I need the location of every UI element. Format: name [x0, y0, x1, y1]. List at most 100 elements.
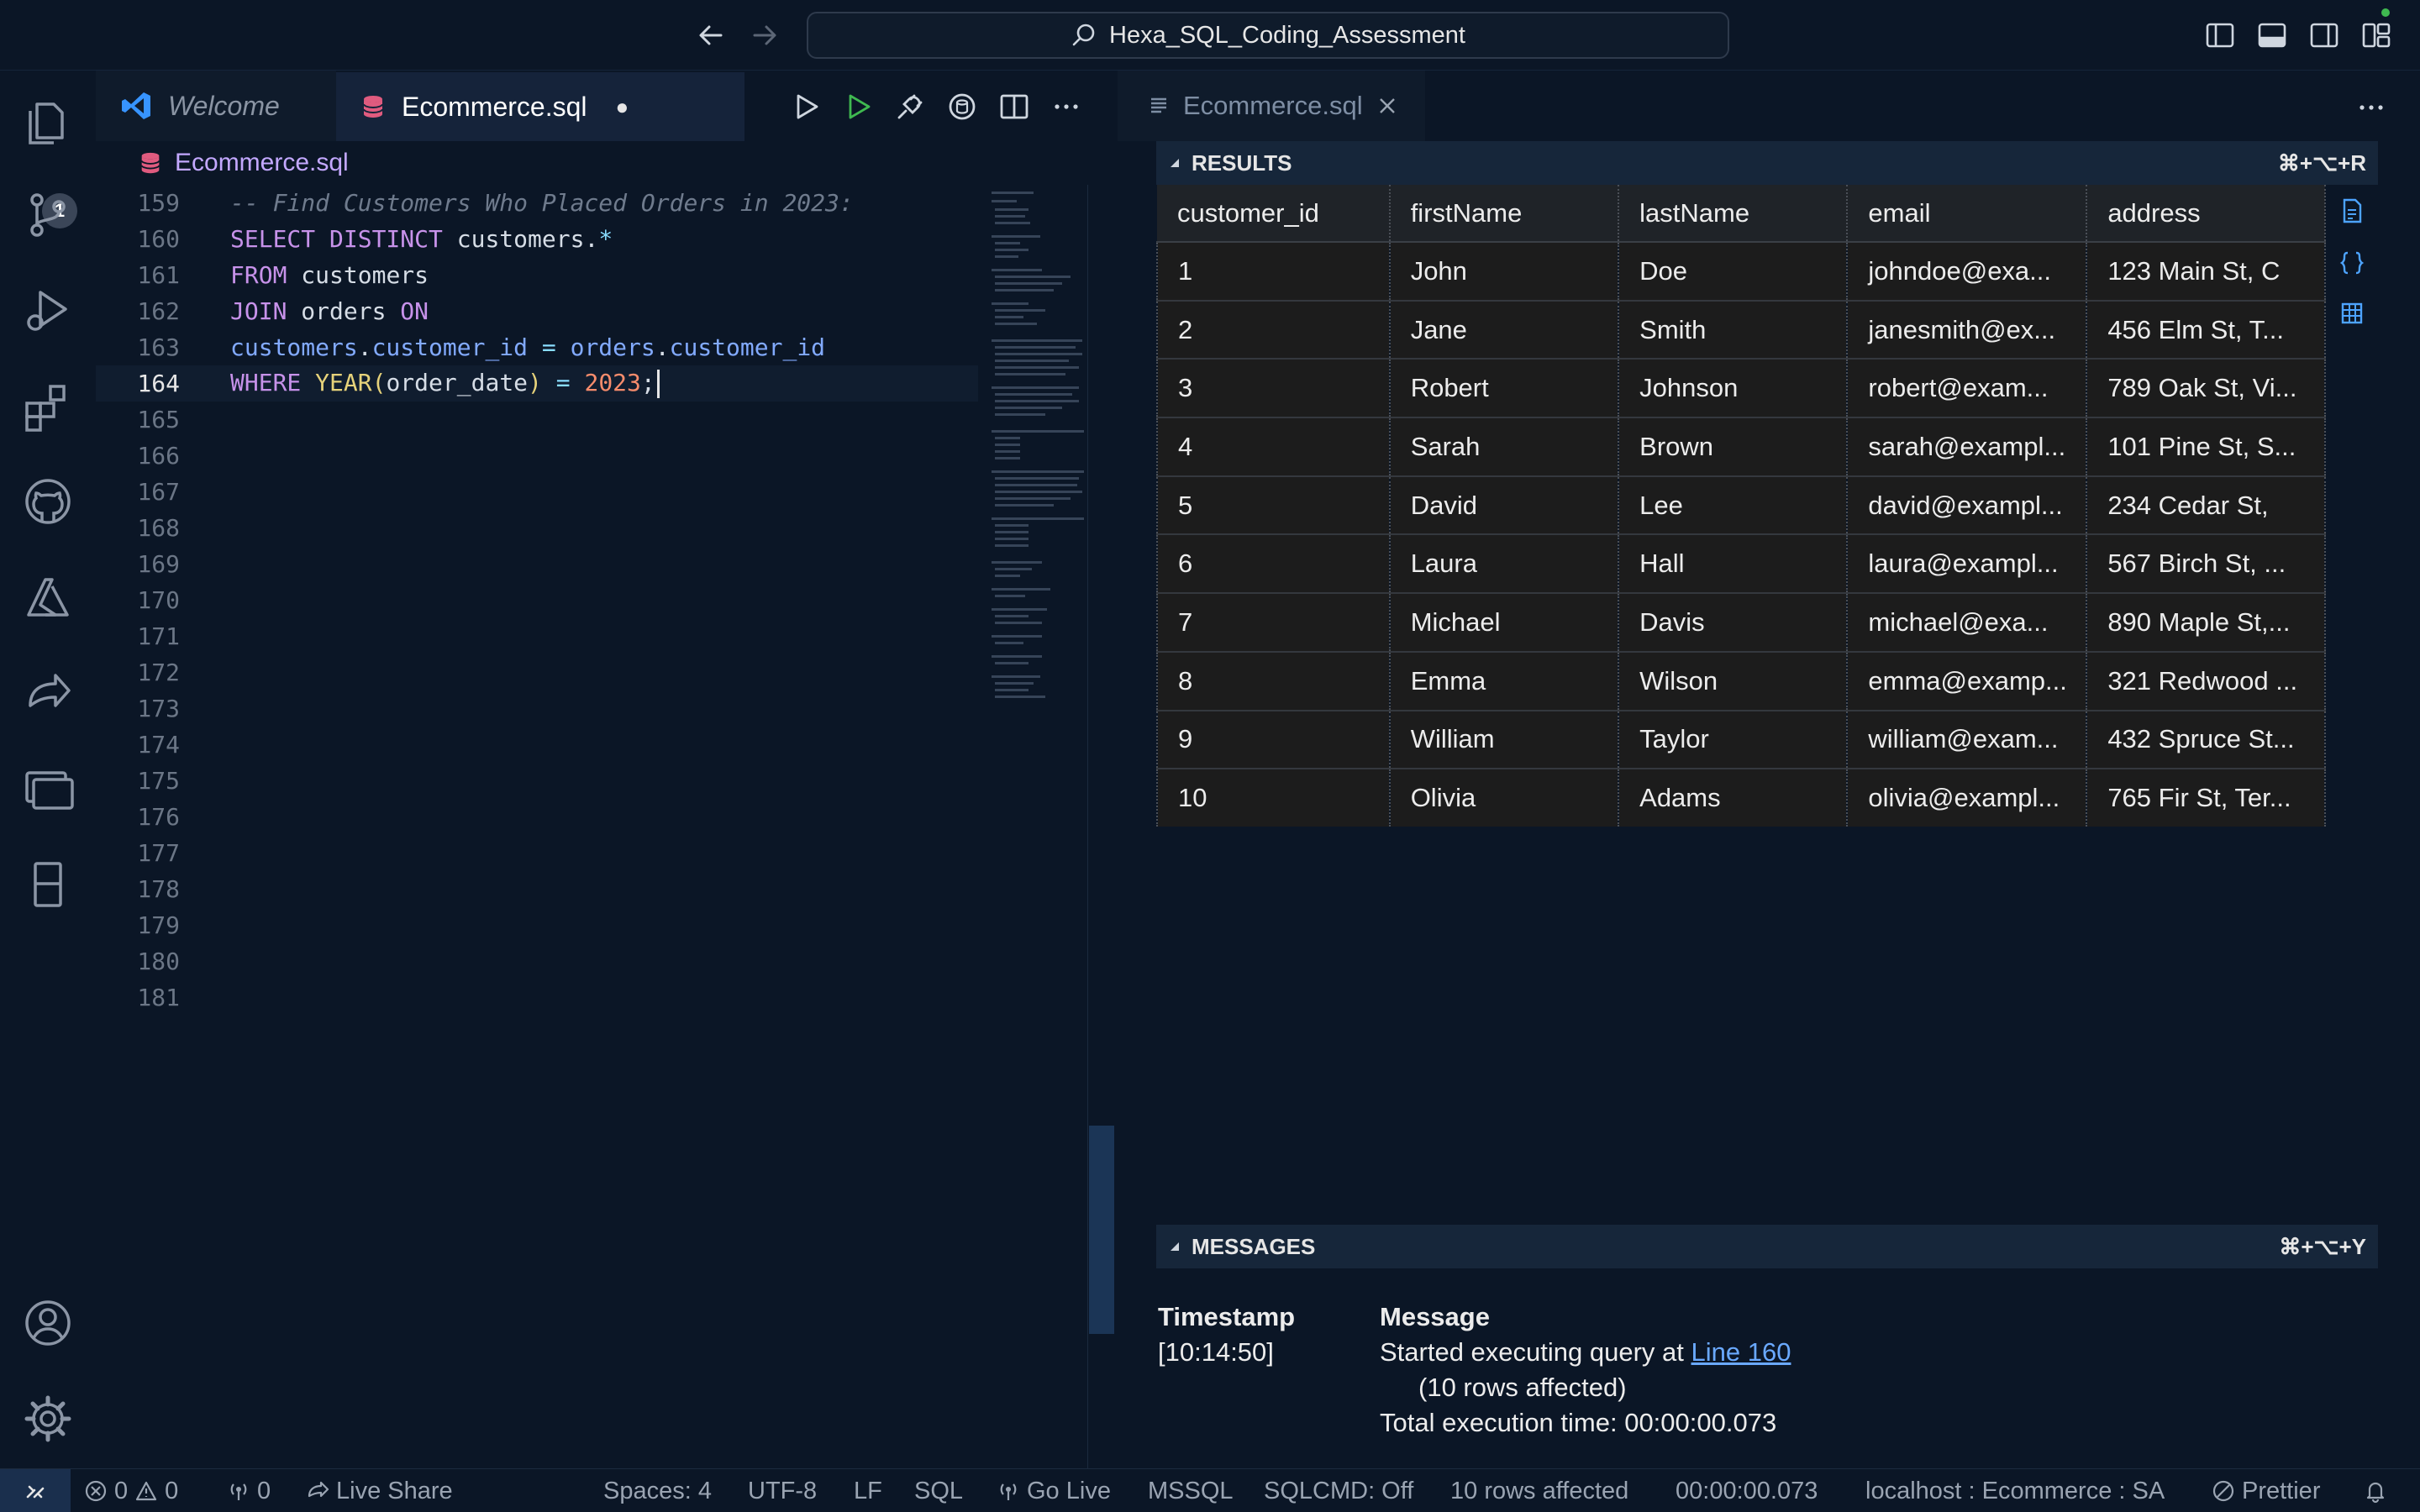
- table-cell[interactable]: Sarah: [1389, 417, 1620, 477]
- table-cell[interactable]: 101 Pine St, S...: [2086, 417, 2326, 477]
- table-cell[interactable]: William: [1389, 710, 1620, 770]
- save-as-json-icon[interactable]: [2338, 249, 2366, 277]
- indentation-status[interactable]: Spaces: 4: [603, 1469, 712, 1512]
- table-cell[interactable]: janesmith@ex...: [1847, 300, 2088, 360]
- table-cell[interactable]: william@exam...: [1847, 710, 2088, 770]
- table-cell[interactable]: Johnson: [1618, 359, 1849, 419]
- remote-explorer-icon[interactable]: [18, 759, 77, 818]
- toggle-primary-sidebar-icon[interactable]: [2203, 18, 2237, 52]
- column-header[interactable]: email: [1847, 185, 2088, 243]
- table-cell[interactable]: sarah@exampl...: [1847, 417, 2088, 477]
- table-cell[interactable]: 4: [1156, 417, 1391, 477]
- table-cell[interactable]: Robert: [1389, 359, 1620, 419]
- editor-scrollbar-thumb[interactable]: [1089, 1126, 1114, 1334]
- table-cell[interactable]: 6: [1156, 534, 1391, 595]
- forward-arrow-icon[interactable]: [748, 18, 781, 52]
- language-mode-status[interactable]: SQL: [914, 1469, 963, 1512]
- encoding-status[interactable]: UTF-8: [748, 1469, 817, 1512]
- live-share-icon[interactable]: [18, 664, 77, 722]
- remote-indicator-icon[interactable]: [0, 1469, 71, 1512]
- table-cell[interactable]: olivia@exampl...: [1847, 769, 2088, 827]
- collapse-triangle-icon[interactable]: [1168, 156, 1181, 170]
- table-cell[interactable]: 456 Elm St, T...: [2086, 300, 2326, 360]
- table-cell[interactable]: 10: [1156, 769, 1391, 827]
- table-cell[interactable]: david@exampl...: [1847, 475, 2088, 536]
- table-row[interactable]: 8 Emma Wilson emma@examp... 321 Redwood ...: [1156, 651, 2326, 711]
- table-row[interactable]: 10 Olivia Adams olivia@exampl... 765 Fir St,…: [1156, 769, 2326, 827]
- table-cell[interactable]: robert@exam...: [1847, 359, 2088, 419]
- table-cell[interactable]: Emma: [1389, 651, 1620, 711]
- table-cell[interactable]: michael@exa...: [1847, 593, 2088, 653]
- table-cell[interactable]: David: [1389, 475, 1620, 536]
- minimap[interactable]: [988, 185, 1087, 739]
- table-cell[interactable]: emma@examp...: [1847, 651, 2088, 711]
- table-row[interactable]: 4 Sarah Brown sarah@exampl... 101 Pine St, S…: [1156, 417, 2326, 477]
- mssql-status[interactable]: MSSQL: [1148, 1469, 1234, 1512]
- table-cell[interactable]: 9: [1156, 710, 1391, 770]
- table-row[interactable]: 3 Robert Johnson robert@exam... 789 Oak St, …: [1156, 359, 2326, 419]
- more-actions-icon[interactable]: [1049, 89, 1084, 124]
- run-and-debug-icon[interactable]: [18, 281, 77, 339]
- table-cell[interactable]: 1: [1156, 242, 1391, 302]
- prettier-status[interactable]: Prettier: [2212, 1469, 2320, 1512]
- collapse-triangle-icon[interactable]: [1168, 1240, 1181, 1253]
- save-as-csv-icon[interactable]: [2338, 197, 2366, 225]
- table-cell[interactable]: 234 Cedar St,: [2086, 475, 2326, 536]
- line-link[interactable]: Line 160: [1691, 1337, 1791, 1367]
- table-cell[interactable]: Lee: [1618, 475, 1849, 536]
- eol-status[interactable]: LF: [854, 1469, 882, 1512]
- go-live-status[interactable]: Go Live: [997, 1469, 1111, 1512]
- table-cell[interactable]: Jane: [1389, 300, 1620, 360]
- table-cell[interactable]: Smith: [1618, 300, 1849, 360]
- table-row[interactable]: 9 William Taylor william@exam... 432 Spruce …: [1156, 710, 2326, 770]
- database-explorer-icon[interactable]: [18, 855, 77, 914]
- sqlcmd-status[interactable]: SQLCMD: Off: [1264, 1469, 1413, 1512]
- results-section-header[interactable]: RESULTS ⌘+⌥+R: [1156, 141, 2378, 185]
- table-cell[interactable]: Adams: [1618, 769, 1849, 827]
- messages-section-header[interactable]: MESSAGES ⌘+⌥+Y: [1156, 1225, 2378, 1268]
- accounts-icon[interactable]: [18, 1294, 77, 1352]
- table-cell[interactable]: 321 Redwood ...: [2086, 651, 2326, 711]
- table-cell[interactable]: John: [1389, 242, 1620, 302]
- tab-results-ecommerce-sql[interactable]: Ecommerce.sql: [1118, 71, 1425, 141]
- change-database-icon[interactable]: [944, 89, 980, 124]
- notifications-bell-icon[interactable]: [2363, 1469, 2388, 1512]
- column-header[interactable]: firstName: [1389, 185, 1620, 243]
- customize-layout-icon[interactable]: [2360, 18, 2393, 52]
- table-row[interactable]: 5 David Lee david@exampl... 234 Cedar St,: [1156, 475, 2326, 536]
- table-cell[interactable]: 5: [1156, 475, 1391, 536]
- explorer-icon[interactable]: [18, 89, 77, 148]
- unsaved-dot-icon[interactable]: ●: [616, 94, 629, 120]
- table-cell[interactable]: 7: [1156, 593, 1391, 653]
- live-share-status[interactable]: Live Share: [306, 1469, 453, 1512]
- table-row[interactable]: 2 Jane Smith janesmith@ex... 456 Elm St, T..…: [1156, 300, 2326, 360]
- table-row[interactable]: 7 Michael Davis michael@exa... 890 Maple St,…: [1156, 593, 2326, 653]
- run-query-icon[interactable]: [788, 89, 823, 124]
- source-control-icon[interactable]: [18, 185, 77, 244]
- table-cell[interactable]: Olivia: [1389, 769, 1620, 827]
- column-header[interactable]: address: [2086, 185, 2326, 243]
- table-cell[interactable]: 567 Birch St, ...: [2086, 534, 2326, 595]
- problems-indicator[interactable]: 0 0: [84, 1469, 178, 1512]
- more-actions-icon[interactable]: [2353, 89, 2390, 126]
- table-row[interactable]: 1 John Doe johndoe@exa... 123 Main St, C: [1156, 242, 2326, 302]
- table-row[interactable]: 6 Laura Hall laura@exampl... 567 Birch St, .…: [1156, 534, 2326, 595]
- table-cell[interactable]: Laura: [1389, 534, 1620, 595]
- table-cell[interactable]: 765 Fir St, Ter...: [2086, 769, 2326, 827]
- toggle-panel-icon[interactable]: [2255, 18, 2289, 52]
- column-header[interactable]: lastName: [1618, 185, 1849, 243]
- table-cell[interactable]: 8: [1156, 651, 1391, 711]
- connection-status[interactable]: localhost : Ecommerce : SA: [1865, 1469, 2165, 1512]
- back-arrow-icon[interactable]: [694, 18, 728, 52]
- command-center-search[interactable]: Hexa_SQL_Coding_Assessment: [807, 12, 1729, 59]
- table-cell[interactable]: johndoe@exa...: [1847, 242, 2088, 302]
- breadcrumb-file[interactable]: Ecommerce.sql: [175, 149, 349, 177]
- code-editor[interactable]: 159 -- Find Customers Who Placed Orders …: [96, 185, 1087, 1468]
- ports-indicator[interactable]: 0: [227, 1469, 271, 1512]
- breadcrumb[interactable]: Ecommerce.sql: [96, 141, 1113, 185]
- table-cell[interactable]: Taylor: [1618, 710, 1849, 770]
- connect-plug-icon[interactable]: [892, 89, 928, 124]
- github-icon[interactable]: [18, 472, 77, 531]
- table-cell[interactable]: Michael: [1389, 593, 1620, 653]
- tab-welcome[interactable]: Welcome: [96, 71, 336, 141]
